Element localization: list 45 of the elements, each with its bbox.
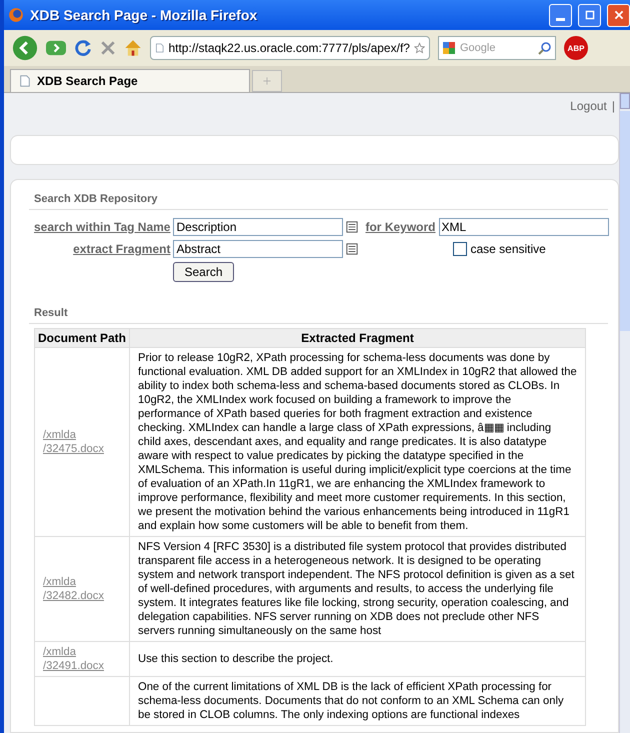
search-engine-icon	[442, 41, 456, 55]
browser-tab[interactable]: XDB Search Page	[10, 69, 250, 92]
column-header: Document Path	[34, 328, 130, 348]
reload-button[interactable]	[74, 39, 92, 57]
adblock-button[interactable]: ABP	[564, 36, 588, 60]
fragment-cell: Prior to release 10gR2, XPath processing for schema-less documents was done by functional evaluation. XML DB added support for an XMLIndex in 10gR2 that allowed the ability to index both schema-less and schema-based documents stored as CLOBs. In 10gR2, the XMLIndex work focused on building a framework to improve the performance of XPath based queries for both fragment extraction and existence checking. XMLIndex can handle a large class of XPath expressions, â▦▦ including child axes, descendant axes, and equality and range predicates. It is also datatype aware with respect to value predicates by picking the datatype specified in the XMLSchema. This information is useful during implicit/explicit type coercions at the time of evaluation of an XPath.In 11gR1, we are enhancing the XMLIndex framework to improve performance, flexibility and meet more customer requirements. In this section, we present the motivation behind the various enhancements being introduced in 11gR1 and explain how some customers will be able to benefit from them.	[130, 348, 586, 536]
column-header: Extracted Fragment	[130, 328, 586, 348]
fragment-cell: One of the current limitations of XML DB is the lack of efficient XPath processing for schema-less documents. Documents that do not conform to an XML Schema can only be stored in CLOB columns. The only indexing options are functional indexes	[130, 676, 586, 726]
back-button[interactable]	[12, 35, 38, 61]
stop-button[interactable]	[100, 40, 116, 56]
home-button[interactable]	[124, 39, 142, 57]
minimize-icon	[556, 18, 565, 21]
maximize-button[interactable]	[578, 4, 601, 26]
section-title: Result	[29, 304, 608, 324]
plus-icon	[262, 76, 272, 86]
tag-name-field[interactable]: Description	[173, 218, 344, 236]
close-button[interactable]	[607, 4, 630, 26]
document-path-link[interactable]: /xmlda /32475.docx	[43, 428, 121, 456]
keyword-field[interactable]: XML	[438, 218, 608, 236]
minimize-button[interactable]	[549, 4, 572, 26]
fragment-cell: Use this section to describe the project.	[130, 642, 586, 676]
separator: |	[612, 99, 615, 113]
fragment-cell: NFS Version 4 [RFC 3530] is a distributed file system protocol that provides distributed transparent file access in a heterogeneous network. It is designed to be operating system and network transport independent. The NFS protocol definition is given as a set of well-defined procedures, with arguments and results, to access the underlying file system. It integrates features like file locking, strong security, operation coalescing, and delegation capabilities. NFS server running on XDB does not preclude other NFS servers running simultaneously on the same host	[130, 536, 586, 642]
logout-link[interactable]: Logout	[570, 99, 607, 113]
fragment-field[interactable]: Abstract	[173, 240, 344, 258]
field-label[interactable]: for Keyword	[365, 220, 436, 234]
case-sensitive-checkbox[interactable]	[453, 242, 468, 256]
checkbox-label: case sensitive	[470, 242, 546, 256]
search-icon	[538, 41, 552, 55]
scrollbar[interactable]	[619, 93, 630, 733]
section-title: Search XDB Repository	[29, 190, 608, 210]
page-icon	[19, 74, 31, 88]
address-field[interactable]: http://staqk22.us.oracle.com:7777/pls/apex/f?	[150, 36, 430, 60]
window-title: XDB Search Page - Mozilla Firefox	[30, 7, 258, 23]
maximize-icon	[584, 10, 594, 20]
field-label[interactable]: search within Tag Name	[34, 220, 170, 234]
browser-logo-icon	[8, 7, 24, 23]
page-icon	[155, 41, 164, 55]
star-icon	[414, 41, 425, 55]
list-icon[interactable]	[346, 221, 358, 233]
forward-button[interactable]	[46, 38, 66, 58]
field-label[interactable]: extract Fragment	[34, 242, 170, 256]
close-icon	[614, 10, 624, 20]
search-button[interactable]: Search	[173, 262, 234, 282]
list-icon[interactable]	[346, 243, 358, 255]
